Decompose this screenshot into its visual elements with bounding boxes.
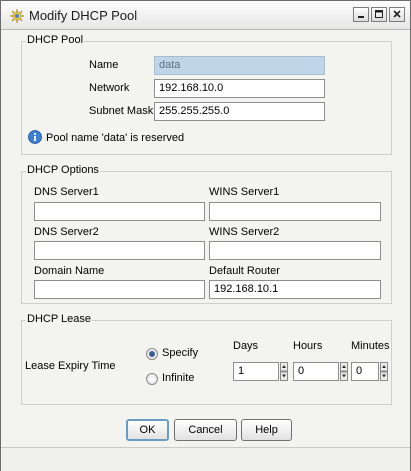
maximize-button[interactable] [371,7,387,22]
close-icon [393,10,401,18]
ok-button[interactable]: OK [126,419,169,441]
infinite-label[interactable]: Infinite [162,372,194,384]
app-icon [9,8,25,24]
wins-server2-label: WINS Server2 [209,226,280,238]
modify-dhcp-pool-dialog: Modify DHCP Pool DHCP Pool Name data Net… [0,0,411,471]
maximize-icon [375,10,383,18]
days-label: Days [233,340,259,352]
help-button[interactable]: Help [241,419,292,441]
days-spinner-icon[interactable] [280,362,288,381]
subnet-mask-label: Subnet Mask [89,105,154,117]
network-field[interactable]: 192.168.10.0 [154,79,325,98]
dns-server2-label: DNS Server2 [34,226,99,238]
cancel-button[interactable]: Cancel [174,419,237,441]
hours-spinner-icon[interactable] [340,362,348,381]
dns-server1-field[interactable] [34,202,205,221]
default-router-label: Default Router [209,265,280,277]
name-label: Name [89,59,119,71]
wins-server1-label: WINS Server1 [209,186,280,198]
domain-name-label: Domain Name [34,265,105,277]
window-title: Modify DHCP Pool [29,8,138,23]
status-bar [1,447,410,471]
dhcp-options-title: DHCP Options [26,164,100,176]
title-bar[interactable]: Modify DHCP Pool [1,1,410,30]
minimize-icon [358,16,364,18]
lease-expiry-label: Lease Expiry Time [25,360,116,372]
dhcp-lease-title: DHCP Lease [26,313,92,325]
hours-label: Hours [293,340,323,352]
wins-server1-field[interactable] [209,202,381,221]
minutes-spinner-icon[interactable] [380,362,388,381]
network-label: Network [89,82,130,94]
name-field: data [154,56,325,75]
days-field[interactable]: 1 [233,362,279,381]
close-button[interactable] [389,7,405,22]
minutes-label: Minutes [351,340,390,352]
default-router-field[interactable]: 192.168.10.1 [209,280,381,299]
minutes-field[interactable]: 0 [351,362,379,381]
info-message: Pool name 'data' is reserved [46,132,185,144]
info-icon [28,130,42,144]
specify-label[interactable]: Specify [162,347,198,359]
dhcp-pool-title: DHCP Pool [26,34,85,46]
wins-server2-field[interactable] [209,241,381,260]
dns-server1-label: DNS Server1 [34,186,99,198]
domain-name-field[interactable] [34,280,205,299]
infinite-radio[interactable] [146,373,158,385]
hours-field[interactable]: 0 [293,362,339,381]
subnet-mask-field[interactable]: 255.255.255.0 [154,102,325,121]
radio-selected-dot [149,351,155,357]
specify-radio[interactable] [146,348,158,360]
dns-server2-field[interactable] [34,241,205,260]
minimize-button[interactable] [353,7,369,22]
